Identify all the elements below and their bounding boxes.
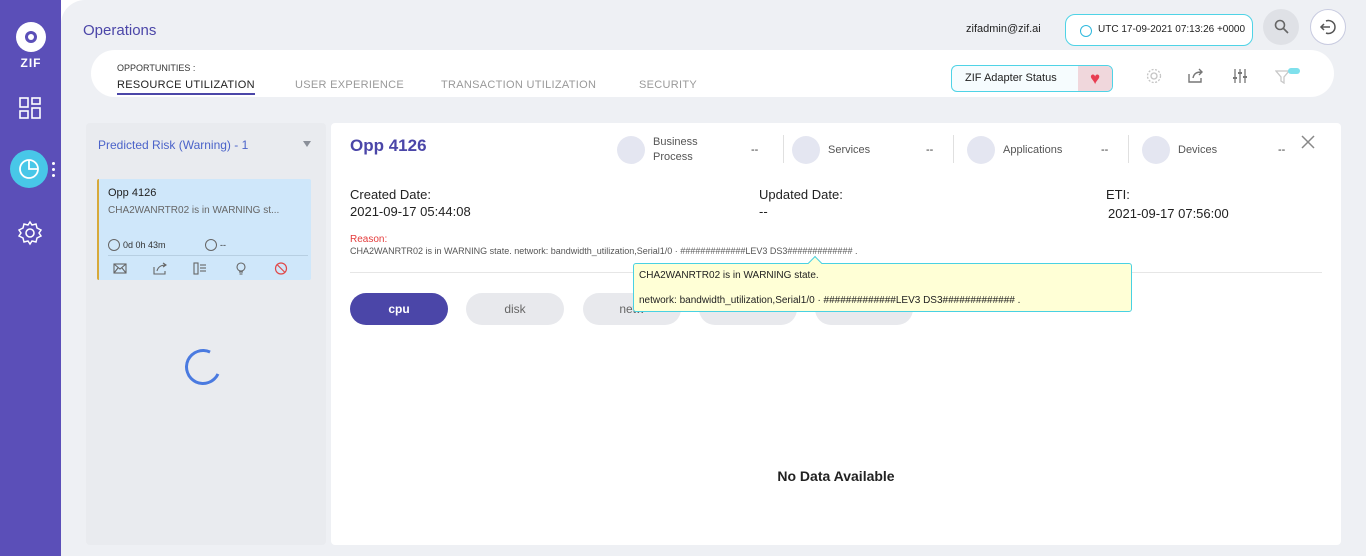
lightbulb-icon[interactable]	[234, 262, 248, 275]
business-process-value: --	[751, 144, 759, 156]
devices-icon	[1142, 136, 1170, 164]
eti-value: 2021-09-17 07:56:00	[1108, 206, 1229, 221]
more-options-icon[interactable]	[52, 162, 56, 178]
created-date-value: 2021-09-17 05:44:08	[350, 204, 471, 219]
remaining-time: --	[205, 239, 226, 251]
eti-label: ETI:	[1106, 187, 1130, 202]
clock-icon	[205, 239, 217, 251]
datetime-display: UTC 17-09-2021 07:13:26 +0000	[1065, 14, 1253, 46]
details-list-icon[interactable]	[193, 262, 207, 275]
search-icon	[1274, 19, 1289, 34]
gear-icon[interactable]	[1145, 68, 1163, 84]
opportunity-card[interactable]: Opp 4126 CHA2WANRTR02 is in WARNING st..…	[97, 179, 311, 280]
tabs-caption: OPPORTUNITIES :	[117, 63, 196, 73]
reason-label: Reason:	[350, 234, 388, 245]
reason-tooltip: CHA2WANRTR02 is in WARNING state. networ…	[633, 255, 1132, 312]
page-title: Operations	[83, 22, 157, 39]
tab-resource-utilization[interactable]: RESOURCE UTILIZATION	[117, 79, 255, 95]
card-description: CHA2WANRTR02 is in WARNING st...	[108, 205, 280, 216]
opportunity-detail-panel: Opp 4126 Business Process -- Services --…	[331, 123, 1341, 545]
logo-text: ZIF	[20, 56, 42, 70]
metric-tab-disk[interactable]: disk	[466, 293, 564, 325]
metric-tab-cpu[interactable]: cpu	[350, 293, 448, 325]
applications-icon	[967, 136, 995, 164]
elapsed-time-text: 0d 0h 43m	[123, 240, 166, 250]
applications-summary[interactable]: Applications --	[967, 135, 1112, 165]
user-email[interactable]: zifadmin@zif.ai	[966, 23, 1041, 35]
services-icon	[792, 136, 820, 164]
clock-icon	[1080, 25, 1092, 37]
zif-adapter-status-button[interactable]: ZIF Adapter Status ♥	[951, 65, 1113, 92]
business-process-icon	[617, 136, 645, 164]
operations-nav-item[interactable]	[10, 150, 48, 188]
mail-icon[interactable]	[113, 262, 127, 275]
business-process-label: Business Process	[653, 136, 698, 163]
tab-security[interactable]: SECURITY	[639, 79, 697, 91]
category-divider	[953, 135, 954, 163]
logout-button[interactable]	[1310, 9, 1346, 45]
tab-user-experience[interactable]: USER EXPERIENCE	[295, 79, 404, 91]
services-label: Services	[828, 144, 871, 156]
elapsed-time: 0d 0h 43m	[108, 239, 166, 251]
devices-summary[interactable]: Devices --	[1142, 135, 1287, 165]
category-divider	[1128, 135, 1129, 163]
logo-mark-icon	[16, 22, 46, 52]
chevron-down-icon[interactable]	[303, 141, 311, 147]
datetime-text: UTC 17-09-2021 07:13:26 +0000	[1098, 24, 1246, 35]
updated-date-label: Updated Date:	[759, 187, 843, 202]
business-process-summary[interactable]: Business Process --	[617, 135, 762, 165]
services-summary[interactable]: Services --	[792, 135, 937, 165]
remaining-time-text: --	[220, 240, 226, 250]
category-divider	[783, 135, 784, 163]
heartbeat-icon: ♥	[1078, 66, 1112, 91]
pie-chart-icon	[19, 159, 39, 179]
tooltip-line-2: network: bandwidth_utilization,Serial1/0…	[639, 295, 1021, 306]
block-icon[interactable]	[274, 262, 288, 275]
clock-icon	[108, 239, 120, 251]
tab-transaction-utilization[interactable]: TRANSACTION UTILIZATION	[441, 79, 596, 91]
logout-icon	[1319, 19, 1336, 35]
tooltip-arrow	[807, 255, 823, 271]
settings-icon[interactable]	[17, 220, 43, 246]
risk-filter-label[interactable]: Predicted Risk (Warning) - 1	[98, 138, 248, 152]
dashboard-icon[interactable]	[17, 95, 43, 121]
card-title: Opp 4126	[108, 187, 157, 199]
tooltip-line-1: CHA2WANRTR02 is in WARNING state.	[639, 270, 819, 281]
applications-value: --	[1101, 144, 1109, 156]
devices-label: Devices	[1178, 144, 1218, 156]
zif-logo[interactable]: ZIF	[14, 22, 48, 70]
opportunity-title: Opp 4126	[350, 136, 427, 155]
sliders-icon[interactable]	[1231, 68, 1249, 84]
reason-text: CHA2WANRTR02 is in WARNING state. networ…	[350, 246, 858, 256]
updated-date-value: --	[759, 204, 768, 219]
close-icon[interactable]	[1300, 134, 1316, 150]
loading-spinner	[179, 343, 227, 391]
devices-value: --	[1278, 144, 1286, 156]
empty-state-message: No Data Available	[777, 468, 895, 484]
share-icon[interactable]	[153, 262, 167, 275]
main-area: Operations zifadmin@zif.ai UTC 17-09-202…	[61, 0, 1366, 556]
services-value: --	[926, 144, 934, 156]
share-icon[interactable]	[1187, 68, 1205, 84]
applications-label: Applications	[1003, 144, 1063, 156]
search-button[interactable]	[1263, 9, 1299, 45]
nav-rail: ZIF	[0, 0, 61, 556]
created-date-label: Created Date:	[350, 187, 431, 202]
opportunity-tab-bar: OPPORTUNITIES : RESOURCE UTILIZATION USE…	[91, 50, 1334, 97]
card-divider	[108, 255, 308, 256]
adapter-status-label: ZIF Adapter Status	[965, 72, 1057, 84]
filter-icon[interactable]	[1275, 68, 1301, 84]
opportunity-list-panel: Predicted Risk (Warning) - 1 Opp 4126 CH…	[86, 123, 326, 545]
